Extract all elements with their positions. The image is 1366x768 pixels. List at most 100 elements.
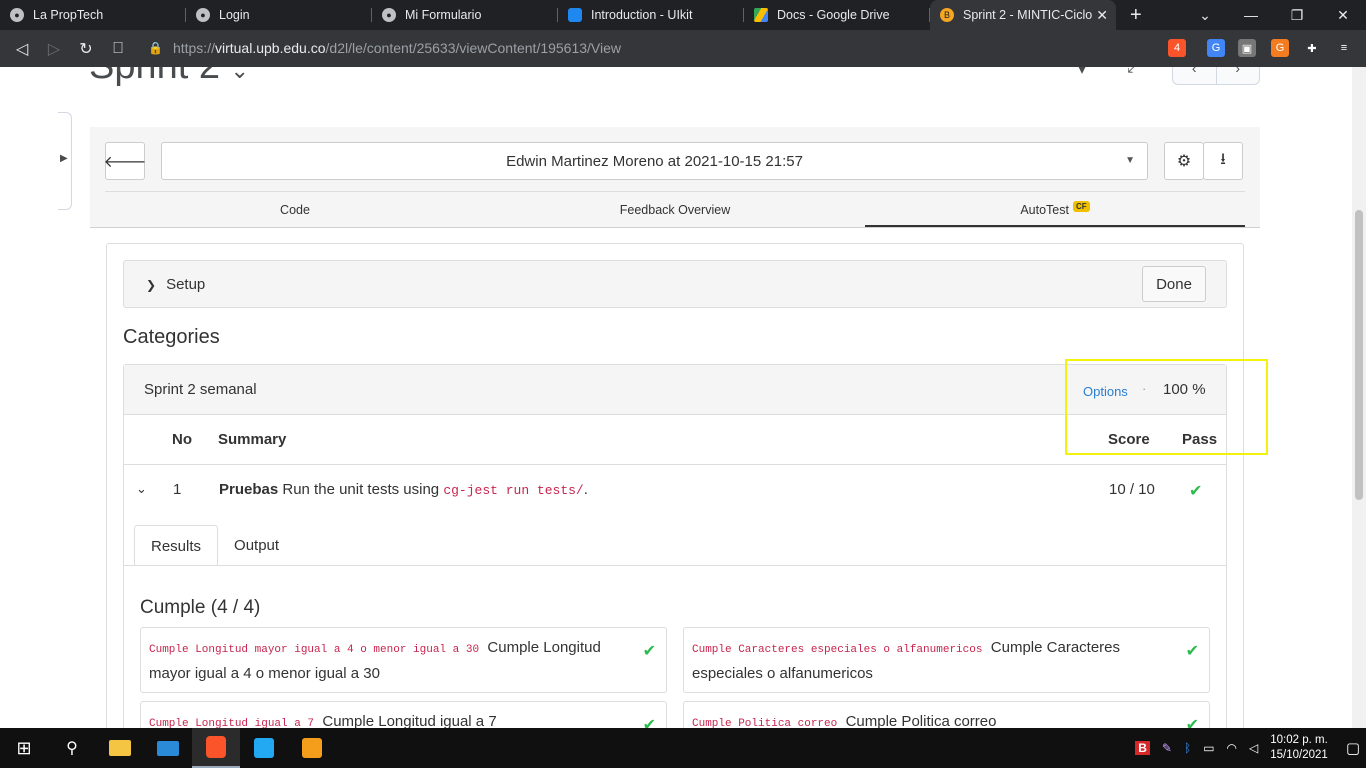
row-number: 1 [173, 481, 182, 498]
done-button[interactable]: Done [1142, 266, 1206, 302]
brave-tray-icon[interactable]: B [1135, 741, 1150, 755]
browser-tab-active[interactable]: B Sprint 2 - MINTIC-Ciclo ✕ [930, 0, 1116, 30]
globe-icon: ● [10, 8, 24, 22]
chevron-right-icon: ❯ [146, 278, 157, 292]
topic-nav: ‹ › [1172, 67, 1260, 85]
pass-check-icon: ✔ [1185, 643, 1199, 660]
chevron-right-icon: ▶ [60, 153, 68, 164]
next-topic-icon[interactable]: › [1217, 67, 1260, 84]
caret-down-icon: ▼ [1125, 155, 1135, 166]
tab-autotest[interactable]: AutoTest CF [865, 192, 1245, 227]
system-tray: B ✎ ᛒ ▭ ◠ ◁ 10:02 p. m. 15/10/2021 ▢ [1129, 728, 1366, 768]
bookmark-icon[interactable]: ⎕ [102, 40, 134, 58]
row-summary: Pruebas Run the unit tests using cg-jest… [219, 481, 588, 498]
close-window-icon[interactable]: ✕ [1320, 7, 1366, 24]
close-tab-icon[interactable]: ✕ [1096, 7, 1108, 24]
column-summary: Summary [218, 431, 287, 448]
chevron-down-icon[interactable]: ⌄ [231, 67, 249, 83]
categories-heading: Categories [123, 326, 220, 348]
page-title: Sprint 2 ⌄ [89, 67, 249, 88]
tab-search-icon[interactable]: ⌄ [1182, 7, 1228, 24]
submission-panel: 🡐 Edwin Martinez Moreno at 2021-10-15 21… [90, 127, 1260, 228]
globe-icon: ● [382, 8, 396, 22]
forward-icon[interactable]: ▷ [38, 39, 70, 59]
cf-badge: CF [1072, 201, 1090, 212]
clock[interactable]: 10:02 p. m. 15/10/2021 [1270, 733, 1328, 763]
test-result-card: Cumple Longitud mayor igual a 4 o menor … [140, 627, 667, 693]
expand-row-icon[interactable]: ⌄ [136, 481, 147, 497]
test-result-card: Cumple Politica correo Cumple Politica c… [683, 701, 1210, 728]
download-icon: ⭳ [1220, 150, 1226, 168]
wifi-icon[interactable]: ◠ [1227, 741, 1237, 755]
taskbar: ⊞ ⚲ B ✎ ᛒ ▭ ◠ ◁ 10:02 p. m. 15/10/2021 ▢ [0, 728, 1366, 768]
result-tabs: Results Output [134, 525, 295, 566]
grammarly-icon[interactable]: G [1271, 39, 1289, 57]
menu-icon[interactable]: ≡ [1335, 39, 1353, 57]
pen-icon[interactable]: ✎ [1162, 741, 1172, 755]
pass-check-icon: ✔ [642, 717, 656, 728]
mail-icon[interactable] [144, 728, 192, 768]
bluetooth-icon[interactable]: ᛒ [1184, 741, 1191, 755]
translate-icon[interactable]: G [1207, 39, 1225, 57]
pass-check-icon: ✔ [1189, 483, 1203, 500]
browser-tab[interactable]: Docs - Google Drive [744, 0, 930, 30]
back-button[interactable]: 🡐 [103, 142, 147, 180]
browser-tab-bar: ● La PropTech ● Login ● Mi Formulario Intro… [0, 0, 1366, 30]
puzzle-icon[interactable]: ✚ [1303, 39, 1321, 57]
sublime-icon[interactable] [288, 728, 336, 768]
new-tab-icon[interactable]: + [1130, 4, 1142, 27]
test-result-card: Cumple Caracteres especiales o alfanumer… [683, 627, 1210, 693]
file-explorer-icon[interactable] [96, 728, 144, 768]
submission-tabs: Code Feedback Overview AutoTest CF [105, 191, 1245, 227]
setup-section[interactable]: ❯ Setup Done [123, 260, 1227, 308]
browser-tab[interactable]: Introduction - UIkit [558, 0, 744, 30]
drive-icon [754, 8, 768, 22]
url-field[interactable]: 🔒 https://virtual.upb.edu.co/d2l/le/cont… [142, 35, 1158, 61]
pass-check-icon: ✔ [1185, 717, 1199, 728]
tab-results[interactable]: Results [134, 525, 219, 566]
submission-select[interactable]: Edwin Martinez Moreno at 2021-10-15 21:5… [161, 142, 1148, 180]
extension-icon[interactable]: ▣ [1238, 39, 1256, 57]
restore-icon[interactable]: ❐ [1274, 7, 1320, 24]
tab-output[interactable]: Output [218, 525, 295, 566]
vscode-icon[interactable] [240, 728, 288, 768]
category-card: Sprint 2 semanal Options · 100 % No Summ… [123, 364, 1227, 728]
tab-code[interactable]: Code [105, 192, 485, 227]
row-score: 10 / 10 [1109, 481, 1155, 498]
back-icon[interactable]: ◁ [6, 39, 38, 59]
browser-tab[interactable]: ● Login [186, 0, 372, 30]
bookmark-page-icon[interactable]: ▾ [1078, 67, 1086, 79]
column-no: No [172, 431, 192, 448]
search-icon[interactable]: ⚲ [48, 728, 96, 768]
arrow-left-icon: 🡐 [103, 153, 147, 171]
brave-shield-icon[interactable]: 4 [1168, 39, 1186, 57]
browser-tab[interactable]: ● Mi Formulario [372, 0, 558, 30]
scrollbar-thumb[interactable] [1355, 210, 1363, 500]
globe-icon: ● [196, 8, 210, 22]
uikit-icon [568, 8, 582, 22]
test-result-card: Cumple Longitud igual a 7 Cumple Longitu… [140, 701, 667, 728]
lock-icon: 🔒 [148, 41, 163, 55]
scrollbar[interactable] [1352, 67, 1366, 728]
fullscreen-icon[interactable]: ⤢ [1127, 67, 1140, 77]
brave-browser-icon[interactable] [192, 728, 240, 768]
volume-icon[interactable]: ◁ [1249, 741, 1258, 755]
category-header: Sprint 2 semanal Options · 100 % [124, 365, 1226, 415]
settings-button[interactable]: ⚙ [1164, 142, 1204, 180]
windows-start-icon[interactable]: ⊞ [0, 728, 48, 768]
pass-check-icon: ✔ [642, 643, 656, 660]
download-button[interactable]: ⭳ [1203, 142, 1243, 180]
minimize-icon[interactable]: — [1228, 7, 1274, 23]
sidebar-toggle[interactable]: ▶ [58, 112, 72, 210]
notifications-icon[interactable]: ▢ [1346, 739, 1360, 757]
reload-icon[interactable]: ↻ [70, 39, 102, 59]
gear-icon: ⚙ [1176, 153, 1192, 170]
battery-icon[interactable]: ▭ [1203, 741, 1214, 755]
previous-topic-icon[interactable]: ‹ [1173, 67, 1217, 84]
tab-feedback-overview[interactable]: Feedback Overview [485, 192, 865, 227]
address-bar: ◁ ▷ ↻ ⎕ 🔒 https://virtual.upb.edu.co/d2l… [0, 30, 1366, 67]
site-icon: B [940, 8, 954, 22]
cumple-heading: Cumple (4 / 4) [140, 597, 261, 618]
category-name: Sprint 2 semanal [144, 381, 257, 398]
browser-tab[interactable]: ● La PropTech [0, 0, 186, 30]
